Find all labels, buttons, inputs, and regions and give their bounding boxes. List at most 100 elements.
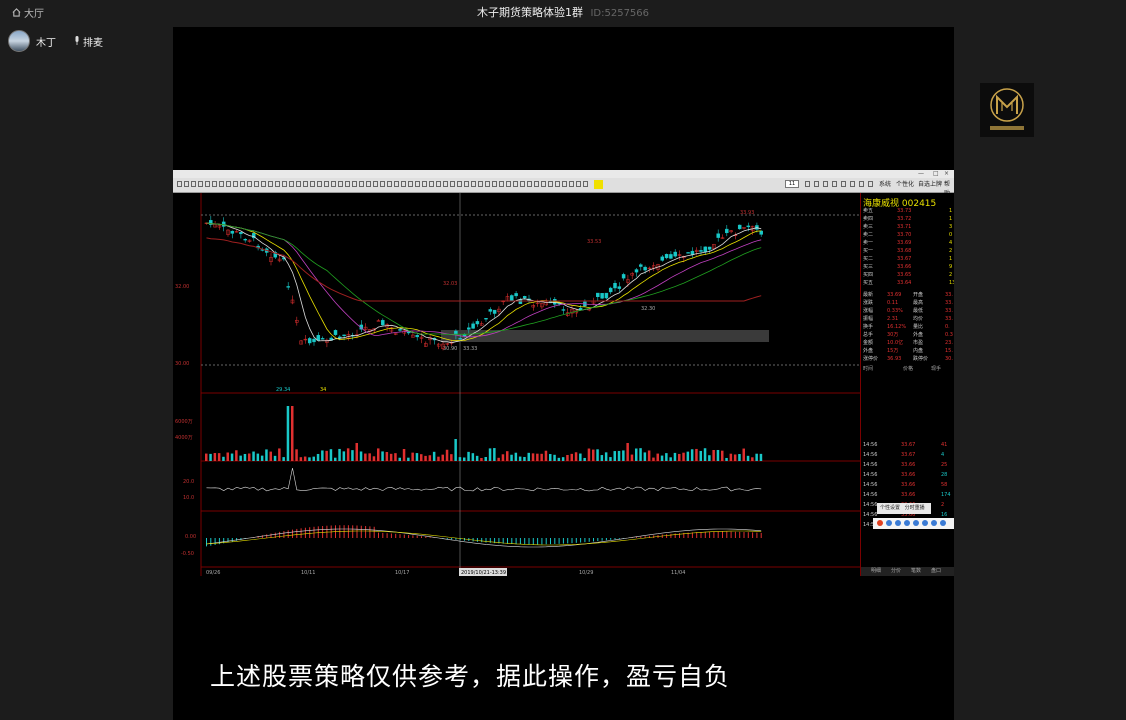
toolbar-tool-icon[interactable] — [471, 181, 476, 187]
toolbar-tool-icon[interactable] — [450, 181, 455, 187]
ime-tool-icon[interactable] — [886, 520, 892, 526]
toolbar-tool-icon[interactable] — [191, 181, 196, 187]
toolbar-tool-icon[interactable] — [289, 181, 294, 187]
toolbar-tool-icon[interactable] — [352, 181, 357, 187]
toolbar-tool-icon[interactable] — [219, 181, 224, 187]
candle-body — [467, 327, 471, 330]
ime-tool-icon[interactable] — [940, 520, 946, 526]
color-swatch-icon[interactable] — [594, 180, 603, 189]
maximize-icon[interactable]: □ — [933, 170, 939, 178]
toolbar-view-icon[interactable] — [805, 181, 810, 187]
toolbar-view-icon[interactable] — [841, 181, 846, 187]
toolbar-tool-icon[interactable] — [373, 181, 378, 187]
toolbar-tool-icon[interactable] — [499, 181, 504, 187]
toolbar-tool-icon[interactable] — [492, 181, 497, 187]
toolbar-tool-icon[interactable] — [562, 181, 567, 187]
period-input[interactable]: 11 — [785, 180, 799, 188]
ime-tool-icon[interactable] — [904, 520, 910, 526]
toolbar-tool-icon[interactable] — [261, 181, 266, 187]
toolbar-tool-icon[interactable] — [177, 181, 182, 187]
ime-tool-icon[interactable] — [877, 520, 883, 526]
toolbar-tool-icon[interactable] — [247, 181, 252, 187]
volume-bar — [226, 452, 229, 461]
ime-tool-icon[interactable] — [913, 520, 919, 526]
toolbar-tool-icon[interactable] — [464, 181, 469, 187]
menu-watchlist[interactable]: 自选上牌 — [918, 180, 942, 189]
mic-queue-button[interactable]: 排麦 — [74, 34, 103, 49]
menu-system[interactable]: 系统 — [879, 180, 891, 189]
toolbar-tool-icon[interactable] — [394, 181, 399, 187]
toolbar-tool-icon[interactable] — [387, 181, 392, 187]
minimize-icon[interactable]: — — [918, 170, 924, 178]
toolbar-view-icon[interactable] — [868, 181, 873, 187]
tab-count[interactable]: 笔数 — [911, 568, 921, 575]
toolbar-tool-icon[interactable] — [366, 181, 371, 187]
toolbar-tool-icon[interactable] — [380, 181, 385, 187]
toolbar-tool-icon[interactable] — [296, 181, 301, 187]
toolbar-tool-icon[interactable] — [555, 181, 560, 187]
toolbar-tool-icon[interactable] — [233, 181, 238, 187]
menu-item-personalize[interactable]: 个性设置 — [880, 505, 900, 511]
toolbar-tool-icon[interactable] — [184, 181, 189, 187]
tab-price[interactable]: 分价 — [891, 568, 901, 575]
toolbar-view-icon[interactable] — [850, 181, 855, 187]
toolbar-view-icon[interactable] — [823, 181, 828, 187]
toolbar-tool-icon[interactable] — [282, 181, 287, 187]
candle-body — [664, 254, 669, 259]
ime-tool-icon[interactable] — [931, 520, 937, 526]
menu-item-replay[interactable]: 分时重播 — [905, 505, 925, 511]
toolbar-tool-icon[interactable] — [429, 181, 434, 187]
toolbar-tool-icon[interactable] — [520, 181, 525, 187]
stat-row-cell: 10.0亿 — [887, 340, 904, 346]
macd-bar — [575, 538, 577, 543]
toolbar-tool-icon[interactable] — [541, 181, 546, 187]
toolbar-tool-icon[interactable] — [268, 181, 273, 187]
toolbar-tool-icon[interactable] — [310, 181, 315, 187]
toolbar-tool-icon[interactable] — [205, 181, 210, 187]
ime-tool-icon[interactable] — [922, 520, 928, 526]
toolbar-tool-icon[interactable] — [443, 181, 448, 187]
host-avatar[interactable] — [8, 30, 30, 52]
toolbar-tool-icon[interactable] — [338, 181, 343, 187]
toolbar-tool-icon[interactable] — [422, 181, 427, 187]
menu-personalize[interactable]: 个性化 — [896, 180, 914, 189]
toolbar-tool-icon[interactable] — [254, 181, 259, 187]
toolbar-view-icon[interactable] — [832, 181, 837, 187]
toolbar-tool-icon[interactable] — [401, 181, 406, 187]
toolbar-tool-icon[interactable] — [583, 181, 588, 187]
toolbar-tool-icon[interactable] — [408, 181, 413, 187]
toolbar-view-icon[interactable] — [814, 181, 819, 187]
toolbar-view-icon[interactable] — [859, 181, 864, 187]
toolbar-tool-icon[interactable] — [331, 181, 336, 187]
toolbar-tool-icon[interactable] — [436, 181, 441, 187]
tab-details[interactable]: 明细 — [871, 568, 881, 575]
toolbar-tool-icon[interactable] — [534, 181, 539, 187]
volume-bar — [424, 455, 427, 461]
toolbar-tool-icon[interactable] — [513, 181, 518, 187]
ime-tool-icon[interactable] — [895, 520, 901, 526]
toolbar-tool-icon[interactable] — [212, 181, 217, 187]
toolbar-tool-icon[interactable] — [345, 181, 350, 187]
kline-chart[interactable]: 32.00 30.00 6000万 4000万 20.0 10.0 0.00 -… — [173, 193, 860, 576]
toolbar-tool-icon[interactable] — [240, 181, 245, 187]
toolbar-tool-icon[interactable] — [457, 181, 462, 187]
close-icon[interactable]: × — [944, 170, 949, 178]
toolbar-tool-icon[interactable] — [506, 181, 511, 187]
toolbar-tool-icon[interactable] — [226, 181, 231, 187]
tab-book[interactable]: 盘口 — [931, 568, 941, 575]
toolbar-tool-icon[interactable] — [478, 181, 483, 187]
toolbar-tool-icon[interactable] — [415, 181, 420, 187]
toolbar-tool-icon[interactable] — [317, 181, 322, 187]
toolbar-tool-icon[interactable] — [485, 181, 490, 187]
toolbar-tool-icon[interactable] — [548, 181, 553, 187]
toolbar-tool-icon[interactable] — [359, 181, 364, 187]
toolbar-tool-icon[interactable] — [569, 181, 574, 187]
toolbar-tool-icon[interactable] — [303, 181, 308, 187]
toolbar-tool-icon[interactable] — [576, 181, 581, 187]
toolbar-tool-icon[interactable] — [527, 181, 532, 187]
swing-annotation: 32.03 — [443, 281, 457, 287]
volume-bar — [574, 452, 578, 461]
toolbar-tool-icon[interactable] — [198, 181, 203, 187]
toolbar-tool-icon[interactable] — [324, 181, 329, 187]
toolbar-tool-icon[interactable] — [275, 181, 280, 187]
